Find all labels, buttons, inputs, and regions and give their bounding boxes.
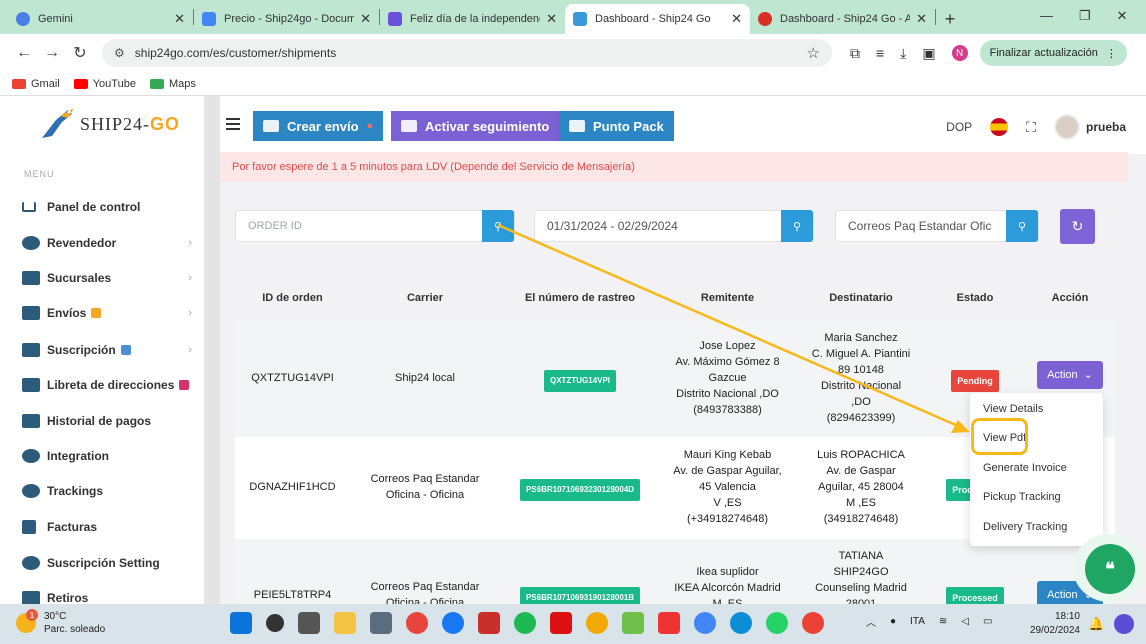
language-indicator[interactable]: ITA — [910, 616, 925, 627]
profile-avatar[interactable]: N — [951, 45, 968, 61]
minimize-icon[interactable]: — — [1040, 8, 1053, 24]
youtube-icon — [73, 78, 88, 89]
close-tab-icon[interactable]: ✕ — [731, 11, 742, 27]
system-tray: ︿ ● ITA ≋ ◁ ▭ — [866, 614, 992, 629]
tab-docs[interactable]: Precio - Ship24go - Docume ✕ — [194, 4, 379, 34]
windows-start-icon[interactable] — [230, 612, 252, 634]
tab-dashboard-active[interactable]: Dashboard - Ship24 Go ✕ — [565, 4, 750, 34]
bookmark-label: YouTube — [92, 77, 136, 90]
media-icon[interactable]: ≡ — [876, 45, 884, 61]
search-icon[interactable] — [266, 614, 284, 632]
battery-icon[interactable]: ▭ — [983, 616, 992, 627]
netflix-icon[interactable] — [550, 612, 572, 634]
address-bar-row: ← → ↻ ⚙ ship24go.com/es/customer/shipmen… — [0, 34, 1146, 72]
bookmark-youtube[interactable]: YouTube — [73, 77, 136, 90]
close-tab-icon[interactable]: ✕ — [916, 11, 927, 27]
bookmark-gmail[interactable]: Gmail — [12, 78, 60, 90]
file-explorer-icon[interactable] — [334, 612, 356, 634]
facebook-icon[interactable] — [442, 612, 464, 634]
chrome-icon[interactable] — [694, 612, 716, 634]
url-text: ship24go.com/es/customer/shipments — [134, 46, 337, 60]
bookmark-star-icon[interactable]: ☆ — [807, 44, 820, 62]
app-icon[interactable] — [478, 612, 500, 634]
close-tab-icon[interactable]: ✕ — [174, 11, 185, 27]
temperature: 30°C — [44, 611, 67, 622]
weather-widget[interactable]: 1 30°C Parc. soleado — [16, 609, 105, 636]
clock[interactable]: 18:10 29/02/2024 — [1024, 610, 1080, 638]
windows-taskbar: 1 30°C Parc. soleado ︿ ● ITA ≋ ◁ ▭ 18:10… — [0, 604, 1146, 644]
tab-gemini[interactable]: Gemini ✕ — [8, 4, 193, 34]
notification-bell-icon[interactable]: 🔔 — [1088, 616, 1104, 632]
forward-icon[interactable]: → — [38, 44, 66, 62]
more-menu-icon[interactable]: ⋮ — [1106, 47, 1117, 60]
tab-dashboard-2[interactable]: Dashboard - Ship24 Go - Av ✕ — [750, 4, 935, 34]
chrome-icon[interactable] — [406, 612, 428, 634]
calculator-icon[interactable] — [370, 612, 392, 634]
chevron-up-icon[interactable]: ︿ — [866, 614, 876, 629]
time: 18:10 — [1054, 611, 1080, 622]
finish-update-button[interactable]: Finalizar actualización ⋮ — [979, 40, 1127, 66]
date: 29/02/2024 — [1029, 625, 1080, 636]
spotify-icon[interactable] — [514, 612, 536, 634]
site-icon — [388, 12, 402, 26]
reload-icon[interactable]: ↻ — [66, 43, 94, 63]
ship24-icon — [573, 12, 587, 26]
sidepanel-icon[interactable]: ▣ — [922, 45, 935, 62]
app-tray-icon[interactable]: ● — [890, 616, 896, 627]
maximize-icon[interactable]: ❐ — [1079, 8, 1091, 24]
browser-tab-strip: Gemini ✕ Precio - Ship24go - Docume ✕ Fe… — [0, 0, 1146, 34]
whatsapp-icon[interactable] — [766, 612, 788, 634]
tab-title: Dashboard - Ship24 Go — [595, 13, 711, 25]
bookmark-label: Maps — [168, 77, 196, 90]
extensions-icon[interactable]: ⧉ — [850, 45, 860, 62]
bookmark-maps[interactable]: Maps — [149, 77, 196, 90]
maps-icon — [149, 78, 164, 89]
url-field[interactable]: ⚙ ship24go.com/es/customer/shipments ☆ — [102, 39, 832, 67]
docs-icon — [202, 12, 216, 26]
close-window-icon[interactable]: ✕ — [1117, 8, 1128, 24]
annotation-arrow — [497, 223, 970, 433]
app-icon[interactable] — [658, 612, 680, 634]
back-icon[interactable]: ← — [10, 44, 38, 62]
chrome-icon — [758, 12, 772, 26]
tab-title: Feliz día de la independenci — [410, 13, 541, 25]
volume-icon[interactable]: ◁ — [961, 616, 969, 627]
tab-independence[interactable]: Feliz día de la independenci ✕ — [380, 4, 565, 34]
finish-update-label: Finalizar actualización — [989, 47, 1098, 59]
chat-icon: ❝ — [1085, 544, 1135, 594]
weather-condition: Parc. soleado — [44, 624, 106, 635]
taskbar-apps — [230, 612, 824, 634]
bookmarks-bar: Gmail YouTube Maps — [0, 72, 1146, 96]
sun-icon: 1 — [16, 609, 38, 633]
chat-widget[interactable]: ❝ — [1073, 534, 1145, 602]
site-info-icon[interactable]: ⚙ — [114, 46, 125, 60]
download-icon[interactable]: ⤓ — [900, 45, 906, 62]
app-viewport: SHIP24-GO MENU Panel de control Revended… — [0, 96, 1146, 604]
notepad-icon[interactable] — [622, 612, 644, 634]
weather-text: 30°C Parc. soleado — [44, 610, 105, 636]
close-tab-icon[interactable]: ✕ — [360, 11, 371, 27]
gemini-icon — [16, 12, 30, 26]
chrome-icon[interactable] — [802, 612, 824, 634]
edge-icon[interactable] — [730, 612, 752, 634]
task-view-icon[interactable] — [298, 612, 320, 634]
tab-title: Dashboard - Ship24 Go - Av — [780, 13, 911, 25]
close-tab-icon[interactable]: ✕ — [546, 11, 557, 27]
new-tab-button[interactable]: + — [936, 4, 964, 34]
tab-title: Gemini — [38, 13, 73, 25]
copilot-icon[interactable] — [1114, 614, 1134, 634]
chrome-icon[interactable] — [586, 612, 608, 634]
bookmark-label: Gmail — [31, 77, 60, 90]
notification-badge: 1 — [26, 609, 38, 621]
window-controls: — ❐ ✕ — [1040, 8, 1128, 24]
tab-title: Precio - Ship24go - Docume — [224, 13, 355, 25]
browser-toolbar: ⧉ ≡ ⤓ ▣ N — [850, 45, 968, 62]
wifi-icon[interactable]: ≋ — [939, 616, 947, 627]
gmail-icon — [12, 78, 26, 89]
